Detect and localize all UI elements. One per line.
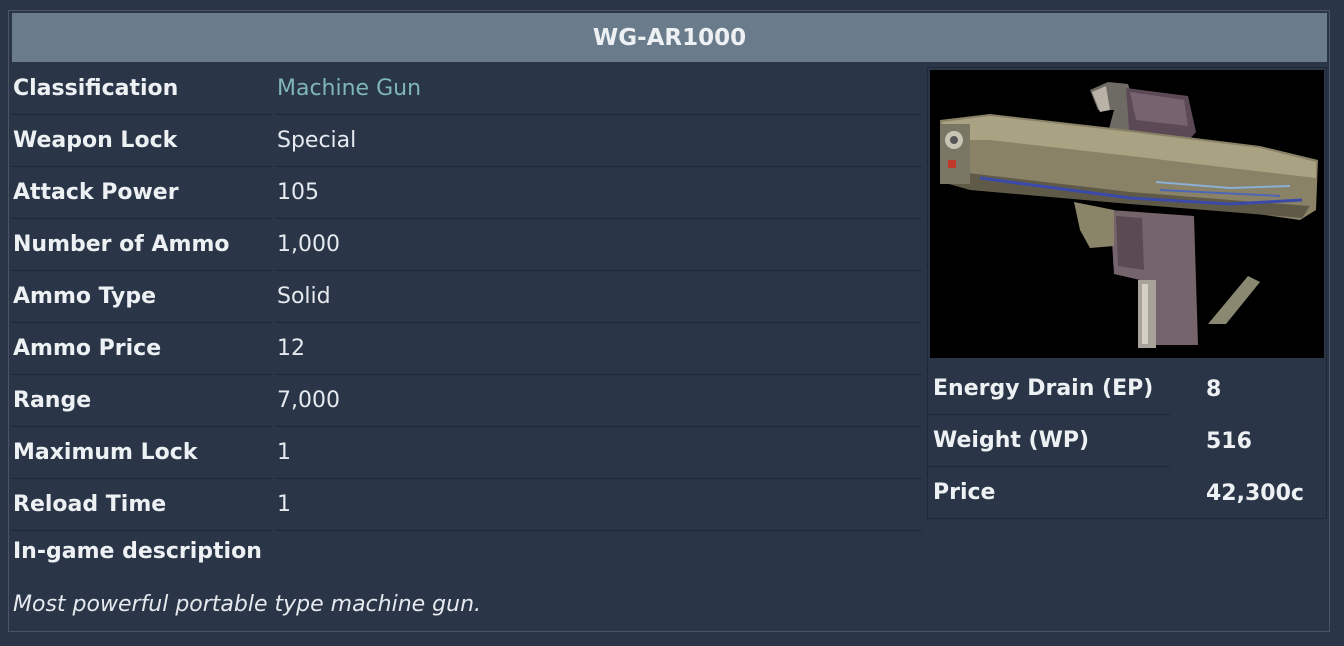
stat-row-weapon-lock: Weapon Lock Special	[12, 115, 922, 167]
side-row-weight: Weight (WP) 516	[928, 415, 1326, 467]
side-stat-label: Price	[928, 468, 1170, 519]
stat-label: Attack Power	[12, 168, 272, 219]
stat-row-attack-power: Attack Power 105	[12, 167, 922, 219]
side-panel: Energy Drain (EP) 8 Weight (WP) 516 Pric…	[927, 67, 1327, 519]
side-stat-label: Energy Drain (EP)	[928, 364, 1170, 415]
stat-label: Ammo Type	[12, 272, 272, 323]
stat-value: 1,000	[276, 220, 922, 271]
stat-label: Number of Ammo	[12, 220, 272, 271]
stat-value: 1	[276, 480, 922, 531]
side-stat-value: 516	[1206, 428, 1252, 454]
side-row-energy-drain: Energy Drain (EP) 8	[928, 363, 1326, 415]
stat-label: Classification	[12, 64, 272, 115]
side-row-price: Price 42,300c	[928, 467, 1326, 519]
stat-value: 7,000	[276, 376, 922, 427]
stat-value: 12	[276, 324, 922, 375]
stat-label: Maximum Lock	[12, 428, 272, 479]
stat-row-classification: Classification Machine Gun	[12, 63, 922, 115]
description-heading: In-game description	[13, 539, 262, 564]
stat-value: Solid	[276, 272, 922, 323]
machine-gun-image	[930, 70, 1324, 358]
description-text: Most powerful portable type machine gun.	[13, 592, 482, 617]
stat-row-ammo-price: Ammo Price 12	[12, 323, 922, 375]
side-stat-value: 42,300c	[1206, 480, 1304, 506]
side-stat-value: 8	[1206, 376, 1222, 402]
stat-label: Reload Time	[12, 480, 272, 531]
stat-row-range: Range 7,000	[12, 375, 922, 427]
infobox-title: WG-AR1000	[12, 13, 1327, 62]
side-stats-table: Energy Drain (EP) 8 Weight (WP) 516 Pric…	[928, 363, 1326, 519]
stat-row-ammo-type: Ammo Type Solid	[12, 271, 922, 323]
weapon-infobox: WG-AR1000 Classification Machine Gun Wea…	[8, 10, 1330, 632]
stat-value: Special	[276, 116, 922, 167]
stat-row-reload-time: Reload Time 1	[12, 479, 922, 531]
stat-value: 105	[276, 168, 922, 219]
stat-row-number-of-ammo: Number of Ammo 1,000	[12, 219, 922, 271]
classification-link[interactable]: Machine Gun	[276, 64, 922, 115]
side-stat-label: Weight (WP)	[928, 416, 1170, 467]
stat-row-maximum-lock: Maximum Lock 1	[12, 427, 922, 479]
weapon-image[interactable]	[930, 70, 1324, 358]
stat-label: Ammo Price	[12, 324, 272, 375]
stat-value: 1	[276, 428, 922, 479]
stats-table: Classification Machine Gun Weapon Lock S…	[12, 63, 922, 531]
stat-label: Range	[12, 376, 272, 427]
stat-label: Weapon Lock	[12, 116, 272, 167]
